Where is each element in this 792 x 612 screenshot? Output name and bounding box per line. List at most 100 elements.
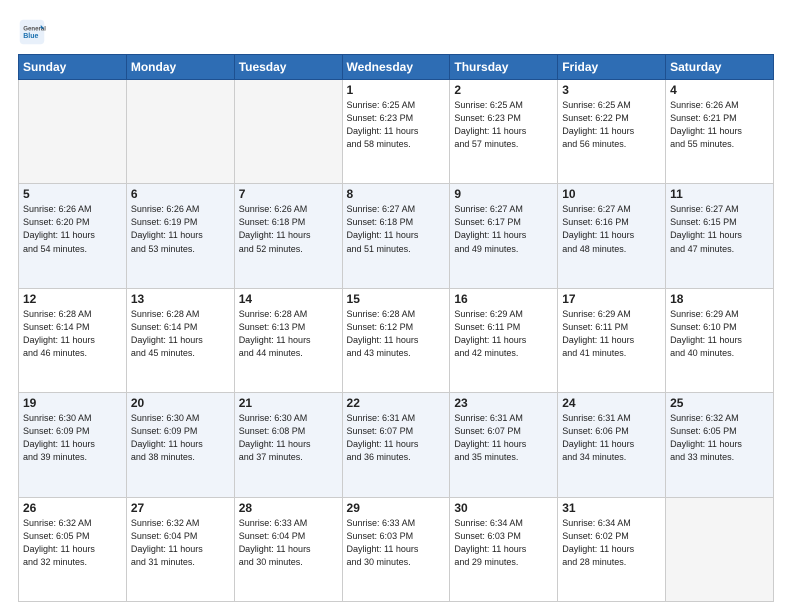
calendar-cell: 22 Sunrise: 6:31 AM Sunset: 6:07 PM Dayli… bbox=[342, 393, 450, 497]
calendar-cell: 16 Sunrise: 6:29 AM Sunset: 6:11 PM Dayli… bbox=[450, 288, 558, 392]
calendar-cell: 12 Sunrise: 6:28 AM Sunset: 6:14 PM Dayli… bbox=[19, 288, 127, 392]
day-number: 14 bbox=[239, 292, 338, 306]
weekday-header-thursday: Thursday bbox=[450, 55, 558, 80]
calendar-cell: 5 Sunrise: 6:26 AM Sunset: 6:20 PM Daylig… bbox=[19, 184, 127, 288]
weekday-header-sunday: Sunday bbox=[19, 55, 127, 80]
calendar-cell: 31 Sunrise: 6:34 AM Sunset: 6:02 PM Dayli… bbox=[558, 497, 666, 601]
day-number: 16 bbox=[454, 292, 553, 306]
logo-icon: General Blue bbox=[18, 18, 46, 46]
weekday-header-monday: Monday bbox=[126, 55, 234, 80]
day-number: 26 bbox=[23, 501, 122, 515]
day-info: Sunrise: 6:31 AM Sunset: 6:06 PM Dayligh… bbox=[562, 412, 661, 464]
weekday-header-row: SundayMondayTuesdayWednesdayThursdayFrid… bbox=[19, 55, 774, 80]
calendar-cell: 3Sunrise: 6:25 AM Sunset: 6:22 PM Daylig… bbox=[558, 80, 666, 184]
svg-text:Blue: Blue bbox=[23, 33, 38, 40]
calendar-cell: 27 Sunrise: 6:32 AM Sunset: 6:04 PM Dayli… bbox=[126, 497, 234, 601]
day-info: Sunrise: 6:31 AM Sunset: 6:07 PM Dayligh… bbox=[454, 412, 553, 464]
day-number: 4 bbox=[670, 83, 769, 97]
calendar-cell: 11Sunrise: 6:27 AM Sunset: 6:15 PM Dayli… bbox=[666, 184, 774, 288]
day-info: Sunrise: 6:29 AM Sunset: 6:11 PM Dayligh… bbox=[454, 308, 553, 360]
calendar-cell: 19Sunrise: 6:30 AM Sunset: 6:09 PM Dayli… bbox=[19, 393, 127, 497]
calendar-cell: 25 Sunrise: 6:32 AM Sunset: 6:05 PM Dayli… bbox=[666, 393, 774, 497]
calendar-cell: 30Sunrise: 6:34 AM Sunset: 6:03 PM Dayli… bbox=[450, 497, 558, 601]
day-number: 5 bbox=[23, 187, 122, 201]
calendar-cell bbox=[126, 80, 234, 184]
calendar: SundayMondayTuesdayWednesdayThursdayFrid… bbox=[18, 54, 774, 602]
day-info: Sunrise: 6:27 AM Sunset: 6:18 PM Dayligh… bbox=[347, 203, 446, 255]
day-info: Sunrise: 6:25 AM Sunset: 6:23 PM Dayligh… bbox=[454, 99, 553, 151]
day-info: Sunrise: 6:28 AM Sunset: 6:12 PM Dayligh… bbox=[347, 308, 446, 360]
calendar-cell: 14 Sunrise: 6:28 AM Sunset: 6:13 PM Dayli… bbox=[234, 288, 342, 392]
day-info: Sunrise: 6:26 AM Sunset: 6:20 PM Dayligh… bbox=[23, 203, 122, 255]
day-info: Sunrise: 6:33 AM Sunset: 6:03 PM Dayligh… bbox=[347, 517, 446, 569]
calendar-cell: 21 Sunrise: 6:30 AM Sunset: 6:08 PM Dayli… bbox=[234, 393, 342, 497]
day-info: Sunrise: 6:28 AM Sunset: 6:13 PM Dayligh… bbox=[239, 308, 338, 360]
day-number: 20 bbox=[131, 396, 230, 410]
calendar-cell: 9Sunrise: 6:27 AM Sunset: 6:17 PM Daylig… bbox=[450, 184, 558, 288]
day-info: Sunrise: 6:29 AM Sunset: 6:11 PM Dayligh… bbox=[562, 308, 661, 360]
day-number: 1 bbox=[347, 83, 446, 97]
day-number: 22 bbox=[347, 396, 446, 410]
day-info: Sunrise: 6:34 AM Sunset: 6:02 PM Dayligh… bbox=[562, 517, 661, 569]
day-number: 31 bbox=[562, 501, 661, 515]
weekday-header-tuesday: Tuesday bbox=[234, 55, 342, 80]
day-number: 21 bbox=[239, 396, 338, 410]
day-number: 25 bbox=[670, 396, 769, 410]
day-number: 13 bbox=[131, 292, 230, 306]
svg-text:General: General bbox=[23, 25, 46, 32]
day-info: Sunrise: 6:27 AM Sunset: 6:15 PM Dayligh… bbox=[670, 203, 769, 255]
header: General Blue bbox=[18, 16, 774, 46]
day-info: Sunrise: 6:28 AM Sunset: 6:14 PM Dayligh… bbox=[23, 308, 122, 360]
week-row-2: 5 Sunrise: 6:26 AM Sunset: 6:20 PM Daylig… bbox=[19, 184, 774, 288]
calendar-cell: 7 Sunrise: 6:26 AM Sunset: 6:18 PM Daylig… bbox=[234, 184, 342, 288]
day-info: Sunrise: 6:33 AM Sunset: 6:04 PM Dayligh… bbox=[239, 517, 338, 569]
week-row-1: 1 Sunrise: 6:25 AM Sunset: 6:23 PM Daylig… bbox=[19, 80, 774, 184]
day-number: 7 bbox=[239, 187, 338, 201]
calendar-cell: 28 Sunrise: 6:33 AM Sunset: 6:04 PM Dayli… bbox=[234, 497, 342, 601]
day-number: 30 bbox=[454, 501, 553, 515]
calendar-cell bbox=[666, 497, 774, 601]
day-info: Sunrise: 6:31 AM Sunset: 6:07 PM Dayligh… bbox=[347, 412, 446, 464]
day-number: 27 bbox=[131, 501, 230, 515]
day-info: Sunrise: 6:25 AM Sunset: 6:23 PM Dayligh… bbox=[347, 99, 446, 151]
weekday-header-saturday: Saturday bbox=[666, 55, 774, 80]
calendar-cell: 23Sunrise: 6:31 AM Sunset: 6:07 PM Dayli… bbox=[450, 393, 558, 497]
day-number: 8 bbox=[347, 187, 446, 201]
day-number: 6 bbox=[131, 187, 230, 201]
calendar-cell: 10 Sunrise: 6:27 AM Sunset: 6:16 PM Dayli… bbox=[558, 184, 666, 288]
day-info: Sunrise: 6:27 AM Sunset: 6:16 PM Dayligh… bbox=[562, 203, 661, 255]
day-info: Sunrise: 6:32 AM Sunset: 6:05 PM Dayligh… bbox=[670, 412, 769, 464]
day-info: Sunrise: 6:32 AM Sunset: 6:05 PM Dayligh… bbox=[23, 517, 122, 569]
day-info: Sunrise: 6:32 AM Sunset: 6:04 PM Dayligh… bbox=[131, 517, 230, 569]
day-number: 29 bbox=[347, 501, 446, 515]
calendar-cell: 4 Sunrise: 6:26 AM Sunset: 6:21 PM Daylig… bbox=[666, 80, 774, 184]
week-row-3: 12 Sunrise: 6:28 AM Sunset: 6:14 PM Dayli… bbox=[19, 288, 774, 392]
day-number: 28 bbox=[239, 501, 338, 515]
day-number: 2 bbox=[454, 83, 553, 97]
calendar-cell: 8 Sunrise: 6:27 AM Sunset: 6:18 PM Daylig… bbox=[342, 184, 450, 288]
week-row-4: 19Sunrise: 6:30 AM Sunset: 6:09 PM Dayli… bbox=[19, 393, 774, 497]
logo: General Blue bbox=[18, 18, 50, 46]
weekday-header-wednesday: Wednesday bbox=[342, 55, 450, 80]
calendar-cell: 1 Sunrise: 6:25 AM Sunset: 6:23 PM Daylig… bbox=[342, 80, 450, 184]
day-info: Sunrise: 6:27 AM Sunset: 6:17 PM Dayligh… bbox=[454, 203, 553, 255]
calendar-cell: 17Sunrise: 6:29 AM Sunset: 6:11 PM Dayli… bbox=[558, 288, 666, 392]
day-info: Sunrise: 6:30 AM Sunset: 6:08 PM Dayligh… bbox=[239, 412, 338, 464]
day-info: Sunrise: 6:29 AM Sunset: 6:10 PM Dayligh… bbox=[670, 308, 769, 360]
day-info: Sunrise: 6:30 AM Sunset: 6:09 PM Dayligh… bbox=[23, 412, 122, 464]
day-info: Sunrise: 6:26 AM Sunset: 6:18 PM Dayligh… bbox=[239, 203, 338, 255]
calendar-cell bbox=[19, 80, 127, 184]
day-info: Sunrise: 6:26 AM Sunset: 6:19 PM Dayligh… bbox=[131, 203, 230, 255]
calendar-cell: 18Sunrise: 6:29 AM Sunset: 6:10 PM Dayli… bbox=[666, 288, 774, 392]
calendar-cell bbox=[234, 80, 342, 184]
calendar-cell: 26 Sunrise: 6:32 AM Sunset: 6:05 PM Dayli… bbox=[19, 497, 127, 601]
day-info: Sunrise: 6:28 AM Sunset: 6:14 PM Dayligh… bbox=[131, 308, 230, 360]
day-number: 10 bbox=[562, 187, 661, 201]
day-number: 3 bbox=[562, 83, 661, 97]
day-info: Sunrise: 6:26 AM Sunset: 6:21 PM Dayligh… bbox=[670, 99, 769, 151]
calendar-cell: 20 Sunrise: 6:30 AM Sunset: 6:09 PM Dayli… bbox=[126, 393, 234, 497]
day-info: Sunrise: 6:30 AM Sunset: 6:09 PM Dayligh… bbox=[131, 412, 230, 464]
day-number: 12 bbox=[23, 292, 122, 306]
day-number: 15 bbox=[347, 292, 446, 306]
week-row-5: 26 Sunrise: 6:32 AM Sunset: 6:05 PM Dayli… bbox=[19, 497, 774, 601]
